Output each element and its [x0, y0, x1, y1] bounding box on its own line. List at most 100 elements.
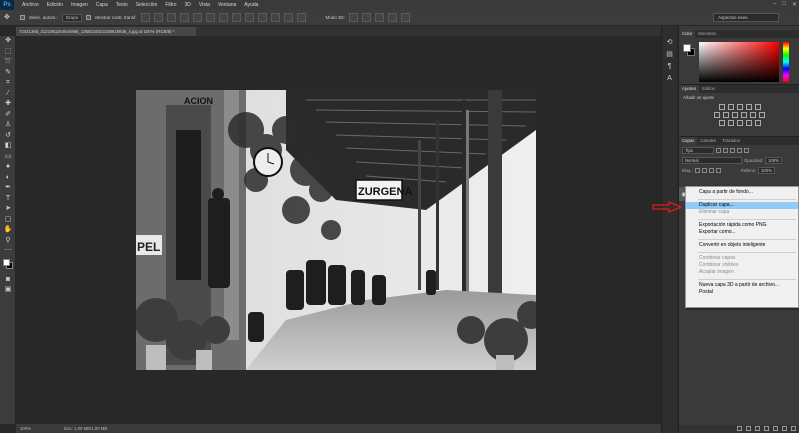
distribute-center-icon[interactable] [270, 13, 280, 22]
menu-item-10[interactable]: Ayuda [240, 2, 262, 8]
new-adjustment-icon[interactable] [764, 426, 769, 431]
menu-item-7[interactable]: 3D [181, 2, 195, 8]
close-button[interactable]: ✕ [792, 1, 797, 8]
paragraph-panel-icon[interactable]: ¶ [665, 62, 675, 71]
character-panel-icon[interactable]: A [665, 74, 675, 83]
distribute-left-icon[interactable] [257, 13, 267, 22]
align-top-icon[interactable] [140, 13, 150, 22]
context-menu-item[interactable]: Capa a partir de fondo... [686, 189, 798, 196]
blur-tool-icon[interactable]: ● [0, 162, 16, 173]
layer-style-icon[interactable] [746, 426, 751, 431]
context-menu-item[interactable]: Nueva capa 3D a partir de archivo... [686, 282, 798, 289]
3d-rotate-icon[interactable] [349, 13, 359, 22]
type-tool-icon[interactable]: T [0, 194, 16, 205]
context-menu-item[interactable]: Duplicar capa... [686, 202, 798, 209]
show-transform-checkbox[interactable] [86, 15, 92, 20]
maximize-button[interactable]: □ [782, 1, 786, 8]
add-mask-icon[interactable] [755, 426, 760, 431]
gradient-map-icon[interactable] [745, 120, 752, 126]
move-tool-icon[interactable]: ✥ [4, 13, 16, 23]
trash-icon[interactable] [791, 426, 796, 431]
opacity-field[interactable]: 100% [765, 156, 782, 164]
context-menu-item[interactable]: Exportar como... [686, 229, 798, 236]
shape-tool-icon[interactable]: ▢ [0, 215, 16, 226]
filter-type-icon[interactable] [730, 147, 735, 153]
history-panel-icon[interactable]: ⟲ [665, 38, 675, 47]
quick-mask-icon[interactable]: ◙ [0, 275, 16, 286]
align-middle-icon[interactable] [153, 13, 163, 22]
lock-all-icon[interactable] [715, 167, 721, 173]
3d-pan-icon[interactable] [375, 13, 385, 22]
new-group-icon[interactable] [773, 426, 778, 431]
brightness-icon[interactable] [718, 104, 725, 110]
filter-pixel-icon[interactable] [716, 147, 721, 153]
path-selection-tool-icon[interactable]: ➤ [0, 204, 16, 215]
context-menu-item[interactable]: Convertir en objeto inteligente [686, 242, 798, 249]
vibrance-icon[interactable] [754, 104, 761, 110]
panel-foreground-swatch[interactable] [683, 44, 691, 52]
align-left-icon[interactable] [179, 13, 189, 22]
menu-item-3[interactable]: Capa [92, 2, 112, 8]
document-tab[interactable]: 72421368_2121951164544965_13682193221586… [16, 27, 196, 36]
curves-icon[interactable] [736, 104, 743, 110]
brush-tool-icon[interactable]: ✐ [0, 110, 16, 121]
menu-item-6[interactable]: Filtro [161, 2, 180, 8]
distribute-bottom-icon[interactable] [244, 13, 254, 22]
tab-styles[interactable]: Estilos [699, 85, 718, 93]
tab-adjustments[interactable]: Ajustes [679, 85, 700, 93]
screen-mode-icon[interactable]: ▣ [0, 285, 16, 296]
threshold-icon[interactable] [736, 120, 743, 126]
lock-transparent-icon[interactable] [694, 167, 700, 173]
color-balance-icon[interactable] [723, 112, 729, 118]
workspace-selector[interactable]: Aspectos esen. [713, 13, 779, 22]
eyedropper-tool-icon[interactable]: ⁄ [0, 89, 16, 100]
move-tool-icon[interactable]: ✥ [0, 36, 16, 47]
document-image[interactable]: ACION PEL ZURGENA [136, 90, 536, 370]
crop-tool-icon[interactable]: ⌗ [0, 78, 16, 89]
distribute-right-icon[interactable] [283, 13, 293, 22]
photo-filter-icon[interactable] [741, 112, 747, 118]
distribute-middle-icon[interactable] [231, 13, 241, 22]
minimize-button[interactable]: – [773, 1, 776, 8]
pen-tool-icon[interactable]: ✒ [0, 183, 16, 194]
black-white-icon[interactable] [732, 112, 738, 118]
marquee-tool-icon[interactable]: ⬚ [0, 47, 16, 58]
filter-shape-icon[interactable] [737, 147, 742, 153]
menu-item-8[interactable]: Vista [195, 2, 214, 8]
auto-select-dropdown[interactable]: Grupo [61, 13, 83, 22]
tab-channels[interactable]: Canales [697, 137, 719, 145]
quick-select-tool-icon[interactable]: ✎ [0, 68, 16, 79]
menu-item-4[interactable]: Texto [112, 2, 132, 8]
tab-color[interactable]: Color [679, 30, 696, 38]
zoom-tool-icon[interactable]: ⚲ [0, 236, 16, 247]
menu-item-2[interactable]: Imagen [67, 2, 92, 8]
context-menu-item[interactable]: Postal [686, 289, 798, 296]
exposure-icon[interactable] [745, 104, 752, 110]
canvas-area[interactable]: ACION PEL ZURGENA [16, 36, 661, 424]
3d-scale-icon[interactable] [401, 13, 411, 22]
history-brush-tool-icon[interactable]: ↺ [0, 131, 16, 142]
color-swatches[interactable] [0, 257, 15, 275]
eraser-tool-icon[interactable]: ◧ [0, 141, 16, 152]
color-lookup-icon[interactable] [759, 112, 765, 118]
filter-smart-icon[interactable] [744, 147, 749, 153]
lasso-tool-icon[interactable]: ➰ [0, 57, 16, 68]
clone-stamp-tool-icon[interactable]: ♙ [0, 120, 16, 131]
dodge-tool-icon[interactable]: ◐ [0, 173, 16, 184]
fill-field[interactable]: 100% [758, 166, 775, 174]
filter-adjustment-icon[interactable] [723, 147, 728, 153]
zoom-level[interactable]: 100% [20, 424, 31, 433]
new-layer-icon[interactable] [782, 426, 787, 431]
gradient-tool-icon[interactable]: ▭ [0, 152, 16, 163]
hand-tool-icon[interactable]: ✋ [0, 225, 16, 236]
lock-position-icon[interactable] [708, 167, 714, 173]
align-right-icon[interactable] [205, 13, 215, 22]
3d-slide-icon[interactable] [388, 13, 398, 22]
invert-icon[interactable] [718, 120, 725, 126]
align-bottom-icon[interactable] [166, 13, 176, 22]
align-center-icon[interactable] [192, 13, 202, 22]
color-picker-field[interactable] [699, 42, 779, 82]
auto-align-icon[interactable] [296, 13, 306, 22]
properties-panel-icon[interactable]: ▤ [665, 50, 675, 59]
auto-select-checkbox[interactable] [20, 15, 25, 20]
